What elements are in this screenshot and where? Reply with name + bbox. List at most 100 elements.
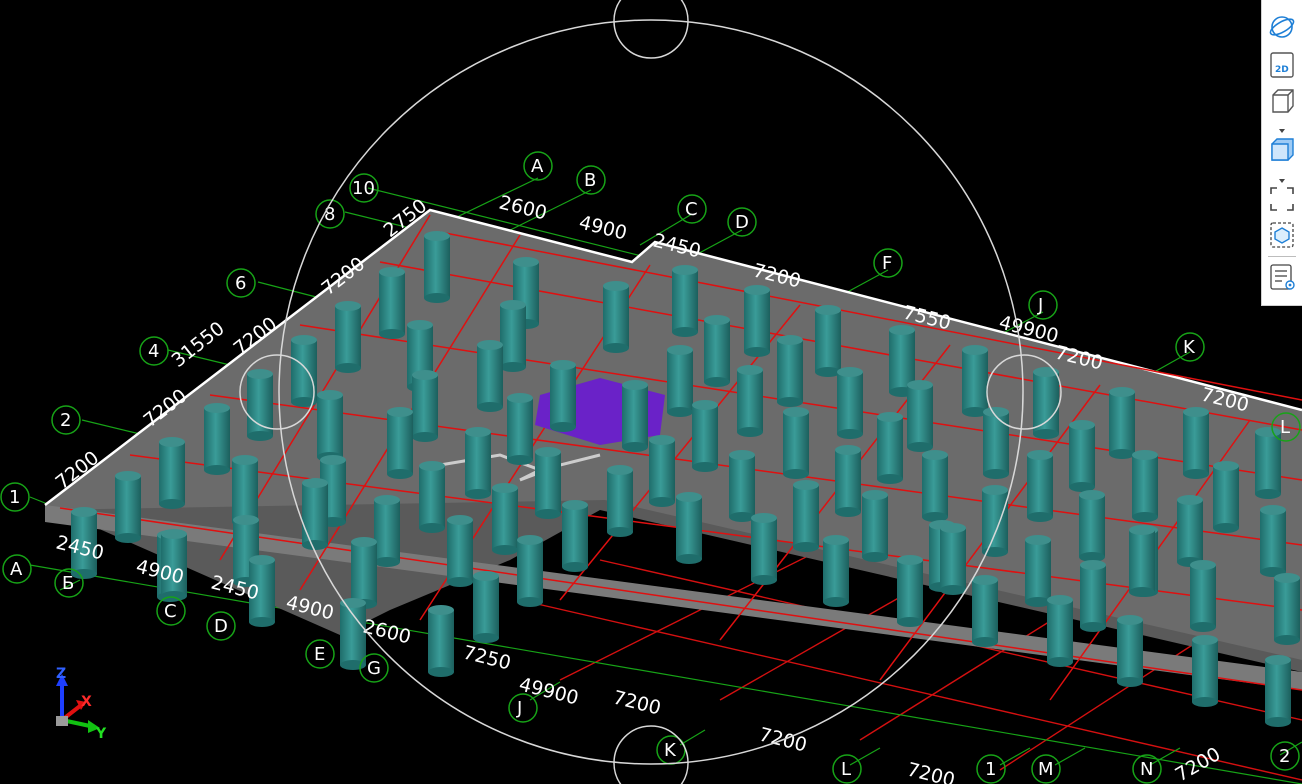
grid-label: D <box>735 212 749 233</box>
grid-label: L <box>841 759 851 780</box>
zoom-extents-button[interactable] <box>1266 184 1298 214</box>
view-cube-button[interactable] <box>1266 86 1298 116</box>
view-cube-dropdown[interactable] <box>1277 120 1287 133</box>
grid-label: 6 <box>235 273 246 294</box>
column[interactable] <box>983 407 1009 479</box>
column[interactable] <box>517 535 543 607</box>
section-box-button[interactable] <box>1266 220 1298 250</box>
column[interactable] <box>1265 655 1291 727</box>
shaded-view-button[interactable] <box>1266 134 1298 164</box>
column[interactable] <box>667 345 693 417</box>
column[interactable] <box>1027 450 1053 522</box>
column[interactable] <box>159 437 185 509</box>
column[interactable] <box>922 450 948 522</box>
3d-viewport[interactable]: A B C D F J K L 10 8 6 4 2 1 A Б C D E G… <box>0 0 1302 784</box>
column[interactable] <box>737 365 763 437</box>
column[interactable] <box>603 281 629 353</box>
column[interactable] <box>940 523 966 595</box>
column[interactable] <box>835 445 861 517</box>
column[interactable] <box>562 500 588 572</box>
column[interactable] <box>419 461 445 533</box>
column[interactable] <box>972 575 998 647</box>
column[interactable] <box>204 403 230 475</box>
column[interactable] <box>412 370 438 442</box>
view-2d-button[interactable]: 2D <box>1266 50 1298 80</box>
grid-label: 1 <box>9 487 20 508</box>
column[interactable] <box>692 400 718 472</box>
dim-label: 2600 <box>497 192 549 225</box>
column[interactable] <box>247 369 273 441</box>
column[interactable] <box>729 450 755 522</box>
column[interactable] <box>465 427 491 499</box>
column[interactable] <box>1069 420 1095 492</box>
column[interactable] <box>500 300 526 372</box>
column[interactable] <box>793 480 819 552</box>
view-properties-icon <box>1270 264 1295 290</box>
column[interactable] <box>1079 490 1105 562</box>
column[interactable] <box>535 447 561 519</box>
column[interactable] <box>982 485 1008 557</box>
model-scene[interactable]: A B C D F J K L 10 8 6 4 2 1 A Б C D E G… <box>0 0 1302 784</box>
column[interactable] <box>507 393 533 465</box>
column[interactable] <box>704 315 730 387</box>
column[interactable] <box>897 555 923 627</box>
column[interactable] <box>387 407 413 479</box>
column[interactable] <box>607 465 633 537</box>
column[interactable] <box>1177 495 1203 567</box>
orbit-button[interactable] <box>1266 12 1298 42</box>
grid-label: D <box>214 616 228 637</box>
column[interactable] <box>672 265 698 337</box>
column[interactable] <box>428 605 454 677</box>
column[interactable] <box>477 340 503 412</box>
grid-label: 2 <box>1279 746 1290 767</box>
grid-label: C <box>685 199 698 220</box>
column[interactable] <box>744 285 770 357</box>
column[interactable] <box>1047 595 1073 667</box>
column[interactable] <box>622 380 648 452</box>
column[interactable] <box>751 513 777 585</box>
column[interactable] <box>1025 535 1051 607</box>
column[interactable] <box>1129 525 1155 597</box>
grid-label: 2 <box>60 410 71 431</box>
column[interactable] <box>1117 615 1143 687</box>
orbit-icon <box>1269 16 1295 38</box>
column[interactable] <box>379 267 405 339</box>
column[interactable] <box>1260 505 1286 577</box>
column[interactable] <box>907 380 933 452</box>
column[interactable] <box>676 492 702 564</box>
column[interactable] <box>1132 450 1158 522</box>
column[interactable] <box>335 301 361 373</box>
column[interactable] <box>1080 560 1106 632</box>
column[interactable] <box>550 360 576 432</box>
axis-z-label: Z <box>56 666 66 682</box>
grid-label: L <box>1280 417 1290 438</box>
column[interactable] <box>649 435 675 507</box>
column[interactable] <box>1109 387 1135 459</box>
column[interactable] <box>1192 635 1218 707</box>
view-properties-button[interactable] <box>1266 262 1298 292</box>
column[interactable] <box>962 345 988 417</box>
column[interactable] <box>424 231 450 303</box>
column[interactable] <box>115 471 141 543</box>
zoom-extents-icon <box>1270 187 1294 211</box>
column[interactable] <box>1183 407 1209 479</box>
column[interactable] <box>877 412 903 484</box>
shaded-view-dropdown[interactable] <box>1277 170 1287 183</box>
column[interactable] <box>862 490 888 562</box>
column[interactable] <box>1213 461 1239 533</box>
column[interactable] <box>317 390 343 462</box>
column[interactable] <box>815 305 841 377</box>
column[interactable] <box>1190 560 1216 632</box>
column[interactable] <box>302 478 328 550</box>
column[interactable] <box>447 515 473 587</box>
column[interactable] <box>374 495 400 567</box>
column[interactable] <box>783 407 809 479</box>
column[interactable] <box>837 367 863 439</box>
column[interactable] <box>777 335 803 407</box>
dim-label: 7200 <box>905 759 957 784</box>
column[interactable] <box>1274 573 1300 645</box>
column[interactable] <box>823 535 849 607</box>
column[interactable] <box>1033 367 1059 439</box>
column[interactable] <box>473 571 499 643</box>
column[interactable] <box>492 483 518 555</box>
